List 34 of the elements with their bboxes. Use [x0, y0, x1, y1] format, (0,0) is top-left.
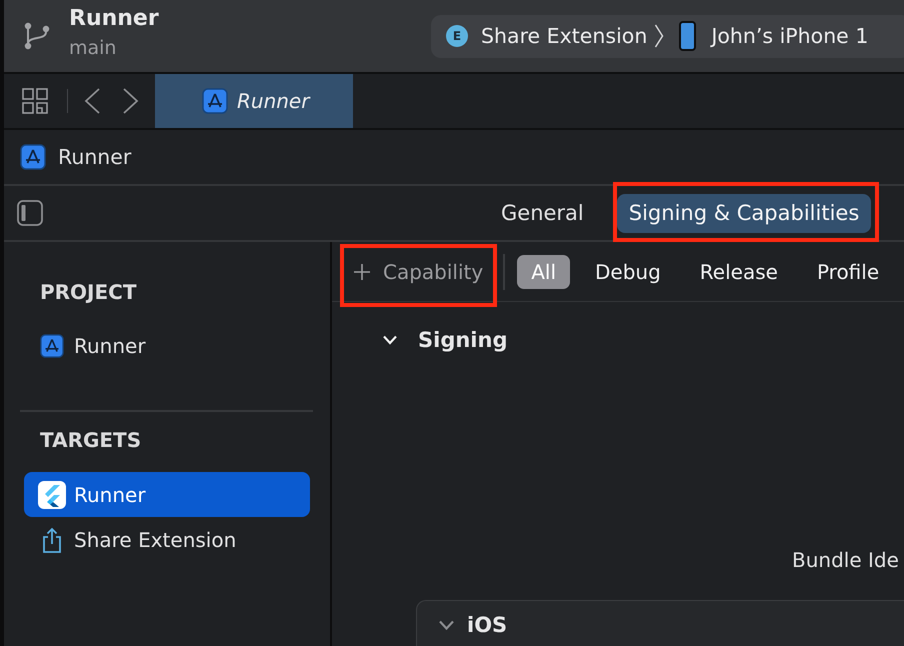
chevron-right-icon: [654, 24, 664, 48]
project-title: Runner: [69, 6, 159, 32]
branch-icon: [22, 21, 52, 51]
scheme-button[interactable]: E Share Extension: [446, 24, 648, 48]
filter-button[interactable]: Debug: [581, 254, 675, 288]
section-header: TARGETS: [39, 428, 142, 452]
settings-tab[interactable]: General: [489, 194, 596, 232]
phone-icon: [679, 21, 696, 51]
project-icon: [40, 334, 64, 358]
add-capability-button[interactable]: Capability: [344, 252, 494, 292]
sidebar-toggle-icon[interactable]: [17, 200, 43, 226]
destination-button[interactable]: John’s iPhone 1: [679, 21, 868, 51]
filter-button[interactable]: Profile: [802, 254, 894, 288]
project-icon: [20, 144, 46, 170]
branch-name: main: [69, 37, 116, 59]
extension-icon: E: [446, 25, 468, 47]
file-tab[interactable]: Runner: [155, 74, 353, 128]
section-title: Signing: [418, 328, 508, 352]
sidebar-item[interactable]: Share Extension: [24, 517, 310, 562]
app-icon: [38, 480, 66, 508]
field-label: Bundle Ide: [792, 548, 899, 572]
project-icon: [202, 88, 228, 114]
share-icon: [42, 526, 62, 552]
grid-icon[interactable]: [22, 88, 48, 114]
plus-icon: [353, 262, 371, 280]
sidebar-item[interactable]: Runner: [24, 323, 310, 369]
forward-icon[interactable]: [122, 88, 139, 114]
filter-button[interactable]: Release: [686, 254, 792, 288]
panel-title: iOS: [467, 613, 508, 637]
sidebar-item[interactable]: Runner: [24, 472, 310, 517]
breadcrumb-item[interactable]: Runner: [20, 144, 132, 170]
settings-tab[interactable]: Signing & Capabilities: [616, 194, 872, 232]
section-header: PROJECT: [39, 280, 138, 304]
back-icon[interactable]: [84, 88, 101, 114]
